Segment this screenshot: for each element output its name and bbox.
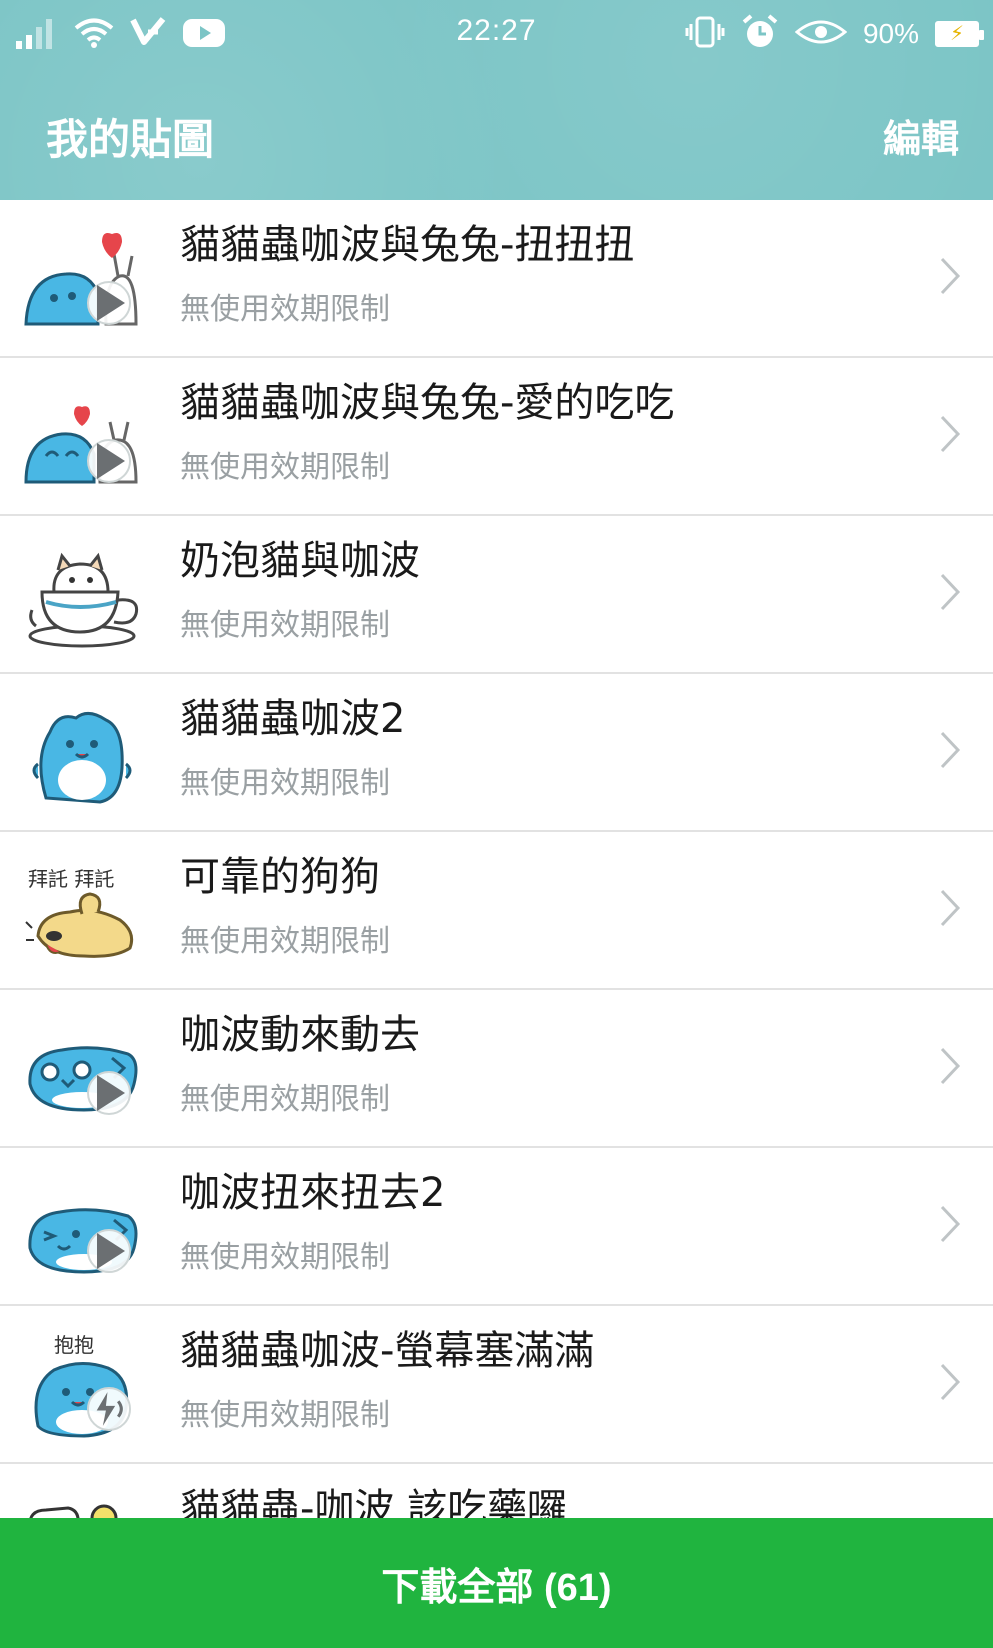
battery-icon: ⚡ [935,21,984,47]
sticker-row[interactable]: 奶泡貓與咖波 無使用效期限制 [0,516,993,674]
capoo-crying-icon [24,1014,142,1124]
chevron-right-icon [940,731,961,769]
chevron-right-icon [940,573,961,611]
battery-percent: 90% [862,18,919,49]
play-icon [87,439,131,483]
sticker-title: 奶泡貓與咖波 [180,538,420,584]
my-stickers-screen: 22:27 90% ⚡ 我的貼圖 編輯 貓貓蟲咖波與兔兔-扭扭扭 無使用效期限制… [0,0,993,1648]
capoo-bunny-heart-icon [24,224,142,334]
sticker-row[interactable]: 拜託 拜託 可靠的狗狗 無使用效期限制 [0,832,993,990]
play-icon [87,1229,131,1273]
sticker-list: 貓貓蟲咖波與兔兔-扭扭扭 無使用效期限制 貓貓蟲咖波與兔兔-愛的吃吃 無使用效期… [0,200,993,1622]
sticker-row[interactable]: 咖波動來動去 無使用效期限制 [0,990,993,1148]
chevron-right-icon [940,1047,961,1085]
dog-begging-icon: 拜託 拜託 [24,856,142,966]
sticker-title: 貓貓蟲咖波-螢幕塞滿滿 [180,1328,595,1374]
sticker-validity: 無使用效期限制 [180,608,390,643]
cat-in-cup-icon [24,540,142,650]
sticker-title: 貓貓蟲咖波2 [180,696,406,742]
sound-effect-icon [87,1387,131,1431]
sticker-validity: 無使用效期限制 [180,766,390,801]
sticker-validity: 無使用效期限制 [180,292,390,327]
sticker-thumb-text: 拜託 拜託 [28,867,114,891]
page-title: 我的貼圖 [46,115,215,164]
sticker-validity: 無使用效期限制 [180,1082,390,1117]
sticker-row[interactable]: 貓貓蟲咖波與兔兔-扭扭扭 無使用效期限制 [0,200,993,358]
charging-bolt-icon: ⚡ [949,21,965,45]
edit-button[interactable]: 編輯 [883,108,959,163]
capoo-bunny-love-icon [24,382,142,492]
chevron-right-icon [940,889,961,927]
sticker-validity: 無使用效期限制 [180,924,390,959]
sticker-validity: 無使用效期限制 [180,450,390,485]
header-bar: 22:27 90% ⚡ 我的貼圖 編輯 [0,0,993,200]
chevron-right-icon [940,257,961,295]
sticker-thumb-text: 抱抱 [54,1333,94,1357]
sticker-title: 可靠的狗狗 [180,854,380,900]
sticker-row[interactable]: 貓貓蟲咖波與兔兔-愛的吃吃 無使用效期限制 [0,358,993,516]
sticker-title: 咖波扭來扭去2 [180,1170,446,1216]
chevron-right-icon [940,415,961,453]
play-icon [87,281,131,325]
title-row: 我的貼圖 編輯 [0,100,993,180]
capoo-winking-icon [24,1172,142,1282]
status-right-icons: 90% ⚡ [685,14,984,54]
sticker-title: 咖波動來動去 [180,1012,420,1058]
download-all-button[interactable]: 下載全部 (61) [0,1518,993,1648]
status-bar: 22:27 90% ⚡ [0,0,993,70]
sticker-validity: 無使用效期限制 [180,1240,390,1275]
sticker-row[interactable]: 咖波扭來扭去2 無使用效期限制 [0,1148,993,1306]
sticker-title: 貓貓蟲咖波與兔兔-愛的吃吃 [180,380,675,426]
chevron-right-icon [940,1205,961,1243]
sticker-row[interactable]: 抱抱 貓貓蟲咖波-螢幕塞滿滿 無使用效期限制 [0,1306,993,1464]
capoo-standing-icon [24,698,142,808]
sticker-validity: 無使用效期限制 [180,1398,390,1433]
chevron-right-icon [940,1363,961,1401]
play-icon [87,1071,131,1115]
eye-icon [794,18,848,50]
capoo-hug-icon: 抱抱 [24,1330,142,1440]
alarm-icon [741,14,779,54]
sticker-title: 貓貓蟲咖波與兔兔-扭扭扭 [180,222,635,268]
vibrate-icon [685,16,725,52]
sticker-row[interactable]: 貓貓蟲咖波2 無使用效期限制 [0,674,993,832]
